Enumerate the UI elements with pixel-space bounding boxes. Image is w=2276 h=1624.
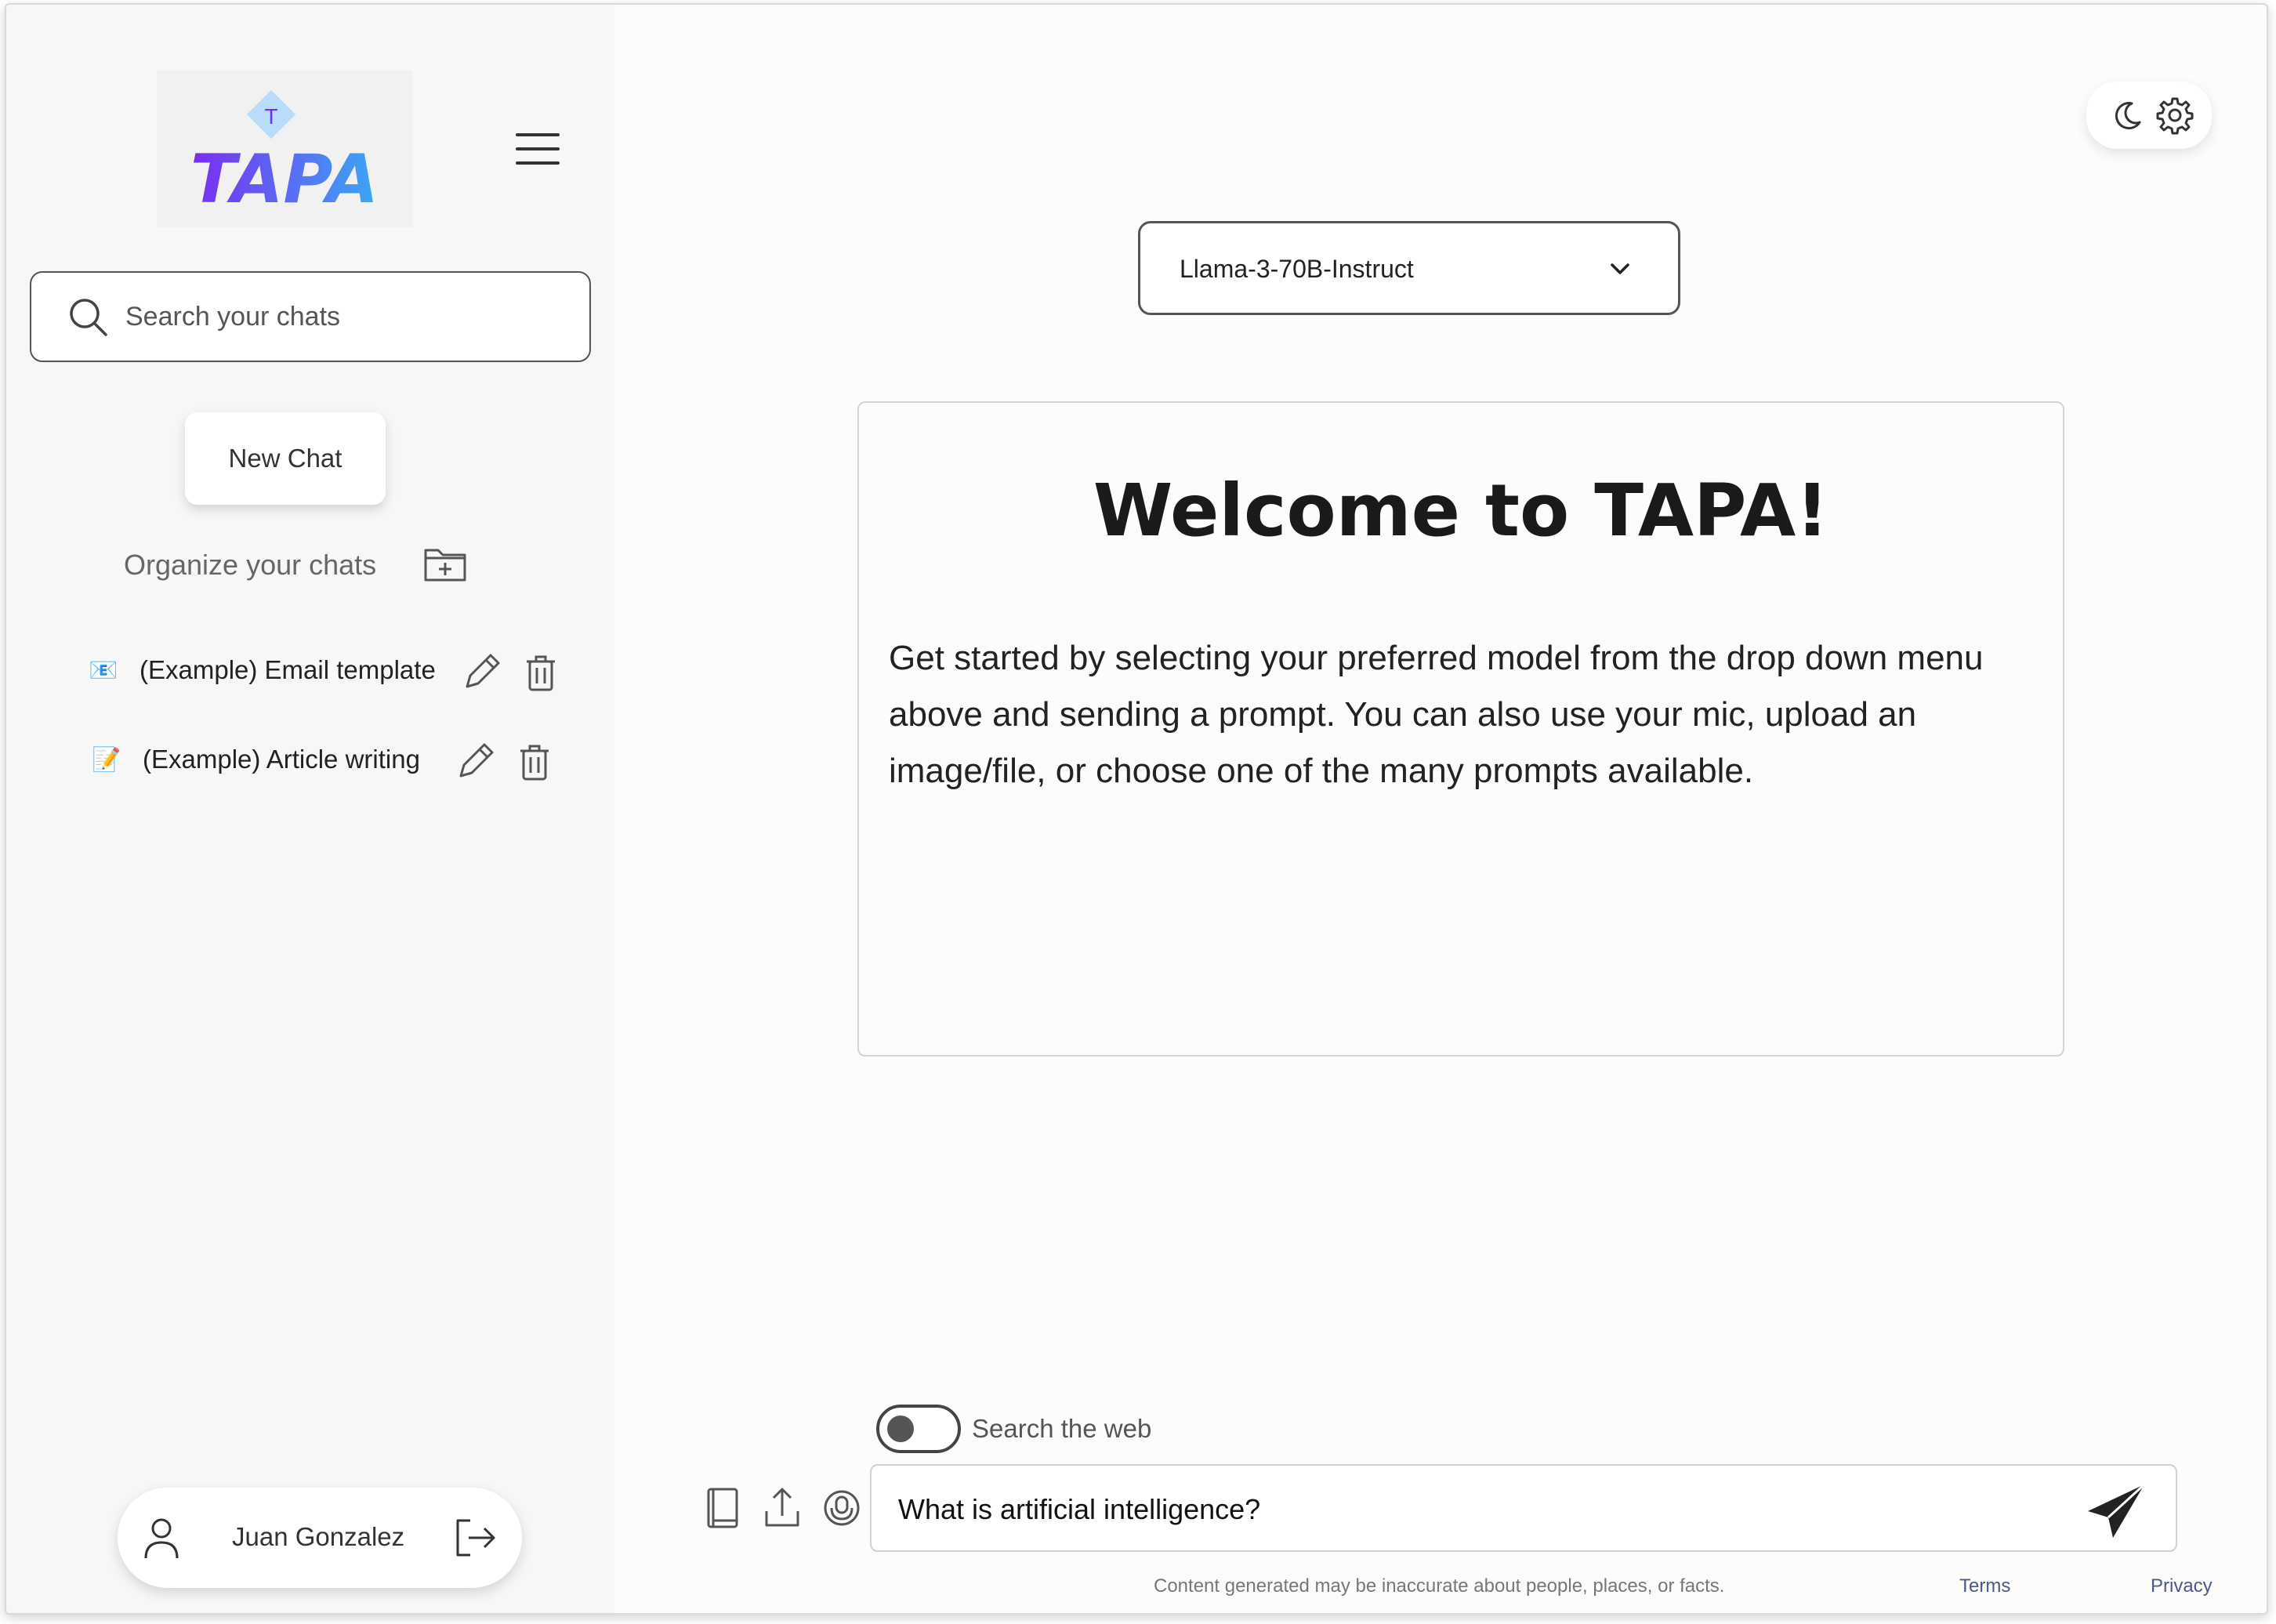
upload-icon[interactable] bbox=[762, 1484, 803, 1528]
chat-item-label: (Example) Article writing bbox=[143, 745, 420, 774]
disclaimer-text: Content generated may be inaccurate abou… bbox=[1154, 1575, 1725, 1597]
toggle-knob bbox=[887, 1416, 914, 1442]
delete-trash-icon[interactable] bbox=[514, 741, 555, 782]
send-paper-plane-icon[interactable] bbox=[2085, 1481, 2147, 1541]
search-web-toggle[interactable] bbox=[876, 1405, 961, 1453]
edit-pencil-icon[interactable] bbox=[455, 741, 495, 782]
tapa-logo: T TAPA bbox=[157, 71, 412, 227]
privacy-link[interactable]: Privacy bbox=[2151, 1575, 2213, 1597]
prompt-input-box bbox=[870, 1464, 2177, 1552]
welcome-text: Get started by selecting your preferred … bbox=[889, 639, 1984, 790]
delete-trash-icon[interactable] bbox=[520, 652, 561, 693]
settings-gear-icon[interactable] bbox=[2155, 96, 2194, 135]
user-icon[interactable] bbox=[138, 1514, 185, 1561]
chat-item-email-template[interactable]: 📧 (Example) Email template bbox=[88, 655, 436, 685]
logo-wordmark: TAPA bbox=[190, 140, 379, 219]
logout-icon[interactable] bbox=[451, 1514, 498, 1561]
sidebar: T TAPA New Chat Organize your chats bbox=[6, 5, 614, 1613]
user-profile-card: Juan Gonzalez bbox=[118, 1488, 522, 1588]
welcome-title: Welcome to TAPA! bbox=[1093, 469, 1829, 553]
email-emoji-icon: 📧 bbox=[89, 657, 118, 683]
search-web-label: Search the web bbox=[972, 1414, 1152, 1443]
microphone-icon[interactable] bbox=[821, 1486, 862, 1530]
theme-settings-pill bbox=[2086, 82, 2212, 149]
hamburger-menu-icon[interactable] bbox=[516, 132, 560, 166]
chat-item-label: (Example) Email template bbox=[140, 655, 436, 684]
welcome-card: Welcome to TAPA! Get started by selectin… bbox=[857, 401, 2064, 1057]
model-select-dropdown[interactable]: Llama-3-70B-Instruct bbox=[1138, 221, 1680, 315]
search-icon bbox=[70, 299, 107, 336]
new-chat-button[interactable]: New Chat bbox=[185, 412, 386, 505]
user-name: Juan Gonzalez bbox=[232, 1522, 405, 1551]
chat-item-article-writing[interactable]: 📝 (Example) Article writing bbox=[91, 745, 420, 774]
terms-link[interactable]: Terms bbox=[1959, 1575, 2010, 1597]
prompt-library-book-icon[interactable] bbox=[702, 1486, 743, 1530]
memo-emoji-icon: 📝 bbox=[92, 746, 121, 773]
new-folder-icon[interactable] bbox=[423, 544, 467, 583]
chat-search-box bbox=[30, 271, 591, 362]
logo-badge-letter: T bbox=[264, 104, 277, 129]
organize-chats-label: Organize your chats bbox=[124, 549, 377, 581]
app-window: T TAPA New Chat Organize your chats bbox=[5, 3, 2268, 1615]
chat-search-input[interactable] bbox=[124, 300, 566, 333]
prompt-input[interactable] bbox=[897, 1489, 2028, 1530]
model-select-value: Llama-3-70B-Instruct bbox=[1180, 255, 1414, 283]
edit-pencil-icon[interactable] bbox=[461, 652, 502, 693]
dark-mode-moon-icon[interactable] bbox=[2110, 99, 2143, 132]
chevron-down-icon bbox=[1611, 263, 1629, 274]
